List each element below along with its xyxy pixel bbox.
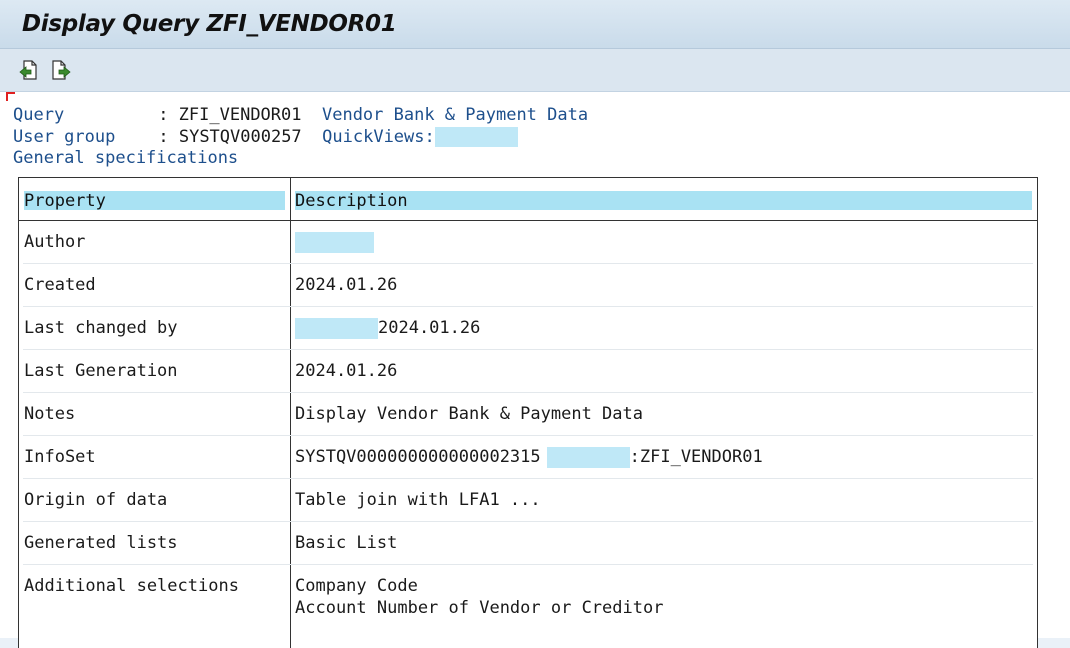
changed-by-redacted — [295, 317, 378, 339]
infoset-id: SYSTQV000000000000002315 — [295, 447, 541, 467]
table-row[interactable]: Last Generation 2024.01.26 — [19, 350, 1037, 393]
changed-date: 2024.01.26 — [378, 318, 481, 338]
table-row[interactable]: Author — [19, 221, 1037, 264]
column-header-property[interactable]: Property — [24, 191, 285, 211]
user-group-label: User group — [13, 127, 116, 147]
property-cell: Origin of data — [24, 490, 168, 510]
description-cell-line2: Account Number of Vendor or Creditor — [295, 598, 664, 618]
query-line: Query: ZFI_VENDOR01 Vendor Bank & Paymen… — [13, 105, 589, 125]
main-content: Query: ZFI_VENDOR01 Vendor Bank & Paymen… — [0, 92, 1070, 648]
query-label: Query — [13, 105, 65, 125]
author-value-redacted — [295, 231, 374, 253]
infoset-suffix: :ZFI_VENDOR01 — [629, 447, 763, 467]
description-cell: Basic List — [295, 533, 398, 553]
next-object-button[interactable] — [50, 59, 72, 81]
application-toolbar — [0, 49, 1070, 92]
previous-object-button[interactable] — [18, 59, 40, 81]
column-header-description[interactable]: Description — [295, 191, 1032, 211]
previous-object-icon — [18, 59, 40, 81]
cursor-marker — [6, 92, 15, 101]
infoset-name-redacted — [546, 446, 630, 468]
query-name: ZFI_VENDOR01 — [178, 105, 302, 125]
table-row[interactable]: Additional selections Company Code Accou… — [19, 565, 1037, 625]
user-group-value: SYSTQV000257 — [178, 127, 302, 147]
table-row[interactable]: Created 2024.01.26 — [19, 264, 1037, 307]
property-cell: Generated lists — [24, 533, 178, 553]
property-cell: InfoSet — [24, 447, 96, 467]
quickviews-label: QuickViews: — [322, 127, 435, 147]
description-cell: 2024.01.26 — [295, 317, 480, 339]
query-title: Vendor Bank & Payment Data — [321, 105, 589, 125]
property-cell: Notes — [24, 404, 76, 424]
table-row[interactable]: Notes Display Vendor Bank & Payment Data — [19, 393, 1037, 436]
table-row[interactable]: Origin of data Table join with LFA1 ... — [19, 479, 1037, 522]
quickviews-value-redacted — [434, 127, 518, 147]
property-cell: Created — [24, 275, 96, 295]
property-cell: Last Generation — [24, 361, 178, 381]
table-row[interactable]: Last changed by 2024.01.26 — [19, 307, 1037, 350]
property-cell: Author — [24, 232, 86, 252]
title-bar: Display Query ZFI_VENDOR01 — [0, 0, 1070, 49]
description-cell: Table join with LFA1 ... — [295, 490, 541, 510]
description-cell: Display Vendor Bank & Payment Data — [295, 404, 643, 424]
description-cell: 2024.01.26 — [295, 275, 398, 295]
properties-table: Property Description Author Created 2024… — [18, 177, 1038, 648]
user-group-line: User group: SYSTQV000257 QuickViews: — [13, 127, 518, 147]
description-cell: 2024.01.26 — [295, 361, 398, 381]
property-cell: Additional selections — [24, 576, 239, 596]
table-row[interactable]: InfoSet SYSTQV000000000000002315 :ZFI_VEN… — [19, 436, 1037, 479]
table-row[interactable]: Generated lists Basic List — [19, 522, 1037, 565]
description-cell: Company Code — [295, 576, 418, 596]
window-title: Display Query ZFI_VENDOR01 — [22, 11, 397, 37]
section-title: General specifications — [13, 148, 239, 168]
next-object-icon — [50, 59, 72, 81]
property-cell: Last changed by — [24, 318, 178, 338]
description-cell: SYSTQV000000000000002315 :ZFI_VENDOR01 — [295, 446, 763, 468]
